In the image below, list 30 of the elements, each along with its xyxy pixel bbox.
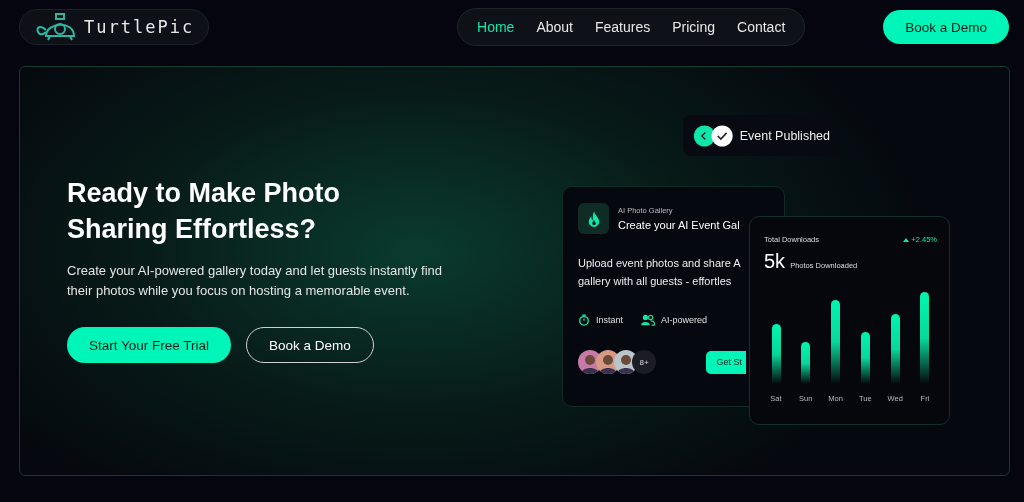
turtle-camera-icon (34, 12, 78, 42)
card-text: Upload event photos and share A (578, 256, 741, 271)
hero-description: Create your AI-powered gallery today and let guests instantly find their photos while you focus on hosting a memorable event. (67, 262, 444, 300)
up-triangle-icon (903, 238, 910, 242)
card-text: gallery with all guests - effortles (578, 274, 732, 289)
chart-bar (890, 314, 900, 384)
logo-pill[interactable]: TurtlePic (19, 9, 210, 45)
chart-bar (771, 324, 781, 384)
nav-link[interactable]: About (527, 15, 582, 39)
feature-label: Instant (596, 315, 624, 325)
chart-bar (860, 332, 870, 384)
card-title: Create your AI Event Gal (618, 219, 740, 231)
flame-icon (578, 203, 609, 234)
notification-text: Event Published (739, 128, 830, 143)
more-count: 8+ (632, 350, 656, 374)
free-trial-button[interactable]: Start Your Free Trial (67, 327, 232, 363)
status-icons (693, 122, 734, 149)
get-started-button[interactable]: Get St (706, 350, 746, 374)
chart-bar (801, 342, 811, 384)
brand-name: TurtlePic (84, 17, 195, 37)
nav-link[interactable]: Contact (728, 15, 795, 39)
nav-link[interactable]: Pricing (663, 15, 725, 39)
book-demo-button[interactable]: Book a Demo (883, 10, 1009, 44)
total-value: 5k (764, 250, 786, 273)
people-icon (641, 314, 656, 326)
feature-label: AI-powered (661, 315, 708, 325)
nav-link[interactable]: Home (468, 15, 524, 39)
nav-link[interactable]: Features (586, 15, 660, 39)
hero-heading: Ready to Make Photo Sharing Effortless? (67, 177, 342, 246)
stopwatch-icon (578, 314, 590, 326)
